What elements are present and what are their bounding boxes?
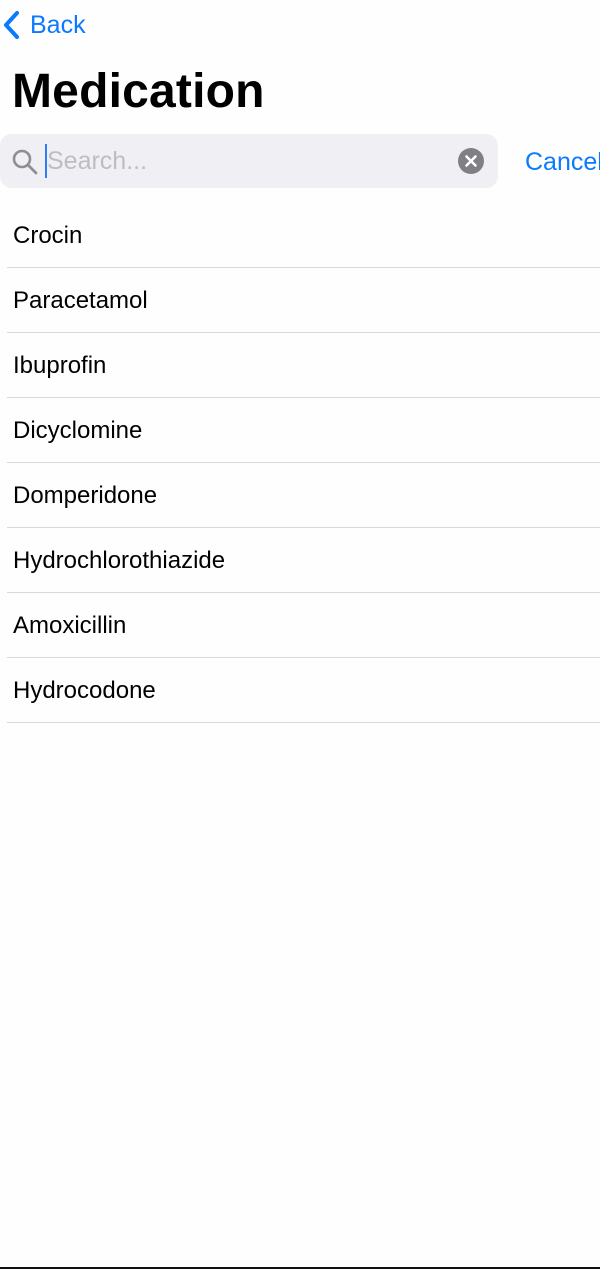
medication-name: Amoxicillin xyxy=(13,612,127,639)
medication-item[interactable]: Domperidone xyxy=(0,463,600,528)
medication-name: Domperidone xyxy=(13,482,158,509)
medication-item[interactable]: Amoxicillin xyxy=(0,593,600,658)
medication-name: Hydrochlorothiazide xyxy=(13,547,226,574)
cancel-button[interactable]: Cancel xyxy=(525,145,600,179)
search-input[interactable] xyxy=(47,134,447,188)
medication-name: Hydrocodone xyxy=(13,677,156,704)
back-label: Back xyxy=(30,11,86,39)
medication-item[interactable]: Crocin xyxy=(0,203,600,268)
medication-name: Crocin xyxy=(13,222,83,249)
medication-item[interactable]: Paracetamol xyxy=(0,268,600,333)
chevron-left-icon xyxy=(4,11,19,39)
medication-name: Dicyclomine xyxy=(13,417,143,444)
medication-list: Crocin Paracetamol Ibuprofin Dicyclomine… xyxy=(0,203,600,723)
medication-item[interactable]: Hydrochlorothiazide xyxy=(0,528,600,593)
back-button[interactable]: Back xyxy=(2,8,86,42)
medication-item[interactable]: Hydrocodone xyxy=(0,658,600,723)
medication-name: Ibuprofin xyxy=(13,352,107,379)
medication-item[interactable]: Ibuprofin xyxy=(0,333,600,398)
page-title: Medication xyxy=(12,65,265,118)
clear-x-circle-icon xyxy=(465,155,477,167)
clear-search-button[interactable] xyxy=(458,148,484,174)
medication-name: Paracetamol xyxy=(13,287,148,314)
medication-item[interactable]: Dicyclomine xyxy=(0,398,600,463)
search-icon xyxy=(12,149,38,175)
